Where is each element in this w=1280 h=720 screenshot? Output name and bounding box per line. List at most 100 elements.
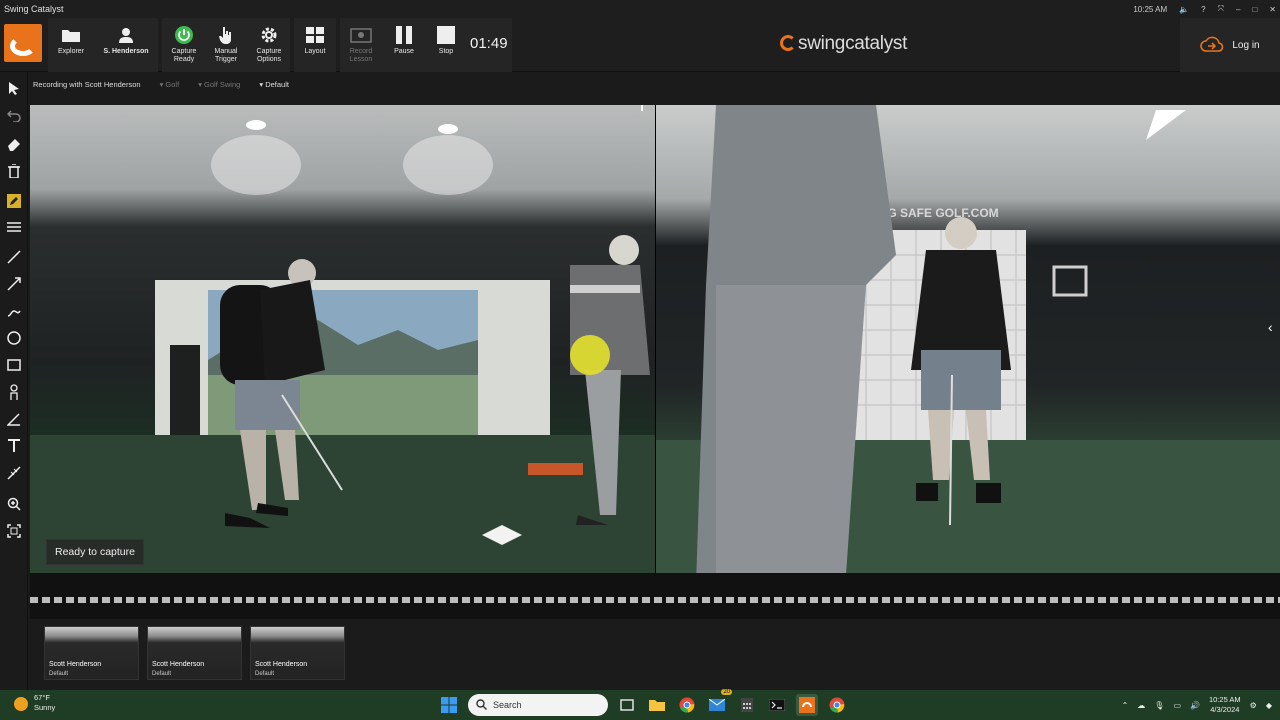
calculator-icon[interactable]	[736, 694, 758, 716]
record-lesson-label-2: Lesson	[349, 56, 373, 63]
weather-condition: Sunny	[34, 703, 56, 712]
help-button[interactable]: ?	[1201, 5, 1205, 14]
angle-tool-icon[interactable]	[4, 409, 24, 429]
user-icon	[118, 24, 134, 46]
thumbnail-name: Scott Henderson	[255, 661, 308, 668]
taskbar-clock[interactable]: 10:25 AM 4/3/2024	[1209, 695, 1241, 715]
sun-icon	[14, 697, 28, 711]
onedrive-icon[interactable]: ☁	[1137, 701, 1145, 710]
notification-icon[interactable]: ⚙	[1250, 701, 1257, 710]
chevron-up-icon[interactable]: ⌃	[1122, 701, 1129, 710]
recording-with-label: Recording with Scott Henderson	[33, 79, 141, 89]
recording-timer: 01:49	[470, 35, 508, 52]
capture-ready-button[interactable]: Capture Ready	[164, 18, 204, 72]
camera-view-2[interactable]: SWING SAFE GOLF.COM ‹	[656, 105, 1280, 573]
recording-thumbnail-2[interactable]: Scott Henderson Default	[147, 626, 242, 680]
close-button[interactable]: ✕	[1269, 5, 1276, 14]
stop-label: Stop	[438, 48, 454, 55]
mail-icon[interactable]: 20	[706, 689, 732, 716]
capture-options-label-2: Options	[256, 56, 282, 63]
eraser-icon[interactable]	[4, 134, 24, 154]
login-button[interactable]: Log in	[1180, 18, 1280, 72]
freehand-tool-icon[interactable]	[4, 301, 24, 321]
window-title: Swing Catalyst	[4, 4, 64, 14]
stop-icon	[437, 24, 455, 46]
taskbar-search-input[interactable]: Search	[468, 694, 608, 716]
windows-start-icon[interactable]	[438, 694, 460, 716]
mute-icon[interactable]: 🔈	[1179, 5, 1189, 14]
user-label: S. Henderson	[103, 48, 149, 55]
fit-screen-icon[interactable]	[4, 521, 24, 541]
window-title-bar: Swing Catalyst 10:25 AM 🔈 ? ⤧ – □ ✕	[0, 0, 1280, 18]
stop-button[interactable]: Stop	[426, 18, 466, 72]
chrome-profile-icon[interactable]	[826, 694, 848, 716]
fullscreen-icon[interactable]: ⤧	[1218, 4, 1224, 14]
maximize-button[interactable]: □	[1252, 5, 1257, 14]
zoom-icon[interactable]	[4, 494, 24, 514]
sport-selector[interactable]: ▾ Golf	[160, 80, 180, 89]
terminal-icon[interactable]	[766, 694, 788, 716]
recording-thumbnail-3[interactable]: Scott Henderson Default	[250, 626, 345, 680]
main-toolbar: Explorer S. Henderson Capture Ready Manu…	[0, 18, 1280, 72]
title-bar-right: 10:25 AM 🔈 ? ⤧ – □ ✕	[1133, 0, 1276, 18]
capture-options-button[interactable]: Capture Options	[248, 18, 290, 72]
thumbnail-name: Scott Henderson	[49, 661, 102, 668]
thumbnail-profile: Default	[49, 671, 69, 677]
copilot-icon[interactable]: ◆	[1266, 701, 1272, 710]
pencil-icon[interactable]	[4, 191, 24, 211]
minimize-button[interactable]: –	[1236, 5, 1240, 14]
line-tool-icon[interactable]	[4, 247, 24, 267]
recordings-strip: Scott Henderson Default Scott Henderson …	[30, 620, 1280, 686]
info-icon[interactable]: i	[635, 105, 649, 115]
body-angle-tool-icon[interactable]	[4, 382, 24, 402]
line-width-icon[interactable]	[4, 217, 24, 237]
measure-tool-icon[interactable]	[4, 463, 24, 483]
ready-to-capture-button[interactable]: Ready to capture	[46, 539, 144, 565]
recording-thumbnail-1[interactable]: Scott Henderson Default	[44, 626, 139, 680]
text-tool-icon[interactable]	[4, 435, 24, 455]
manual-trigger-button[interactable]: Manual Trigger	[206, 18, 246, 72]
chevron-left-icon[interactable]: ‹	[1268, 319, 1280, 335]
system-time: 10:25 AM	[1133, 4, 1168, 14]
camera-view-1[interactable]: Ready to capture i	[30, 105, 655, 573]
timeline[interactable]	[30, 573, 1280, 619]
video-viewport[interactable]: Ready to capture i SWING SAFE GOLF.COM ‹	[30, 105, 1280, 573]
microphone-icon[interactable]: 🎙	[1154, 701, 1164, 710]
session-bar: Recording with Scott Henderson ▾ Golf ▾ …	[28, 74, 1280, 94]
record-lesson-label-1: Record	[349, 48, 373, 55]
circle-tool-icon[interactable]	[4, 328, 24, 348]
app-logo[interactable]	[4, 24, 42, 62]
capture-options-label-1: Capture	[256, 48, 282, 55]
trash-icon[interactable]	[4, 161, 24, 181]
activity-selector[interactable]: ▾ Golf Swing	[198, 80, 240, 89]
weather-widget[interactable]: 67°F Sunny	[14, 693, 55, 713]
manual-trigger-label-1: Manual	[214, 48, 238, 55]
select-arrow-icon[interactable]	[4, 78, 24, 98]
undo-icon[interactable]	[4, 106, 24, 126]
timeline-track[interactable]	[30, 597, 1280, 603]
swing-catalyst-app: Swing Catalyst 10:25 AM 🔈 ? ⤧ – □ ✕ Expl…	[0, 0, 1280, 720]
chrome-icon[interactable]	[676, 694, 698, 716]
arrow-tool-icon[interactable]	[4, 274, 24, 294]
explorer-button[interactable]: Explorer	[50, 18, 92, 72]
record-lesson-button[interactable]: Record Lesson	[340, 18, 382, 72]
task-view-icon[interactable]	[616, 694, 638, 716]
rectangle-tool-icon[interactable]	[4, 355, 24, 375]
thumbnail-name: Scott Henderson	[152, 661, 205, 668]
manual-trigger-label-2: Trigger	[215, 56, 237, 63]
gear-icon	[260, 24, 278, 46]
cloud-login-icon	[1200, 35, 1224, 56]
file-explorer-icon[interactable]	[646, 694, 668, 716]
volume-icon[interactable]: 🔊	[1190, 701, 1200, 710]
explorer-label: Explorer	[57, 48, 85, 55]
capture-ready-label-1: Capture	[171, 48, 197, 55]
thumbnail-profile: Default	[152, 671, 172, 677]
windows-taskbar: 67°F Sunny Search 20 ⌃ ☁ 🎙 ▭ 🔊 10:25 AM …	[0, 689, 1280, 720]
layout-button[interactable]: Layout	[294, 18, 336, 72]
profile-selector[interactable]: ▾ Default	[259, 80, 289, 89]
network-icon[interactable]: ▭	[1173, 701, 1181, 710]
record-lesson-icon	[350, 24, 372, 46]
user-button[interactable]: S. Henderson	[96, 18, 156, 72]
swing-catalyst-taskbar-icon[interactable]	[796, 694, 818, 716]
pause-button[interactable]: Pause	[384, 18, 424, 72]
